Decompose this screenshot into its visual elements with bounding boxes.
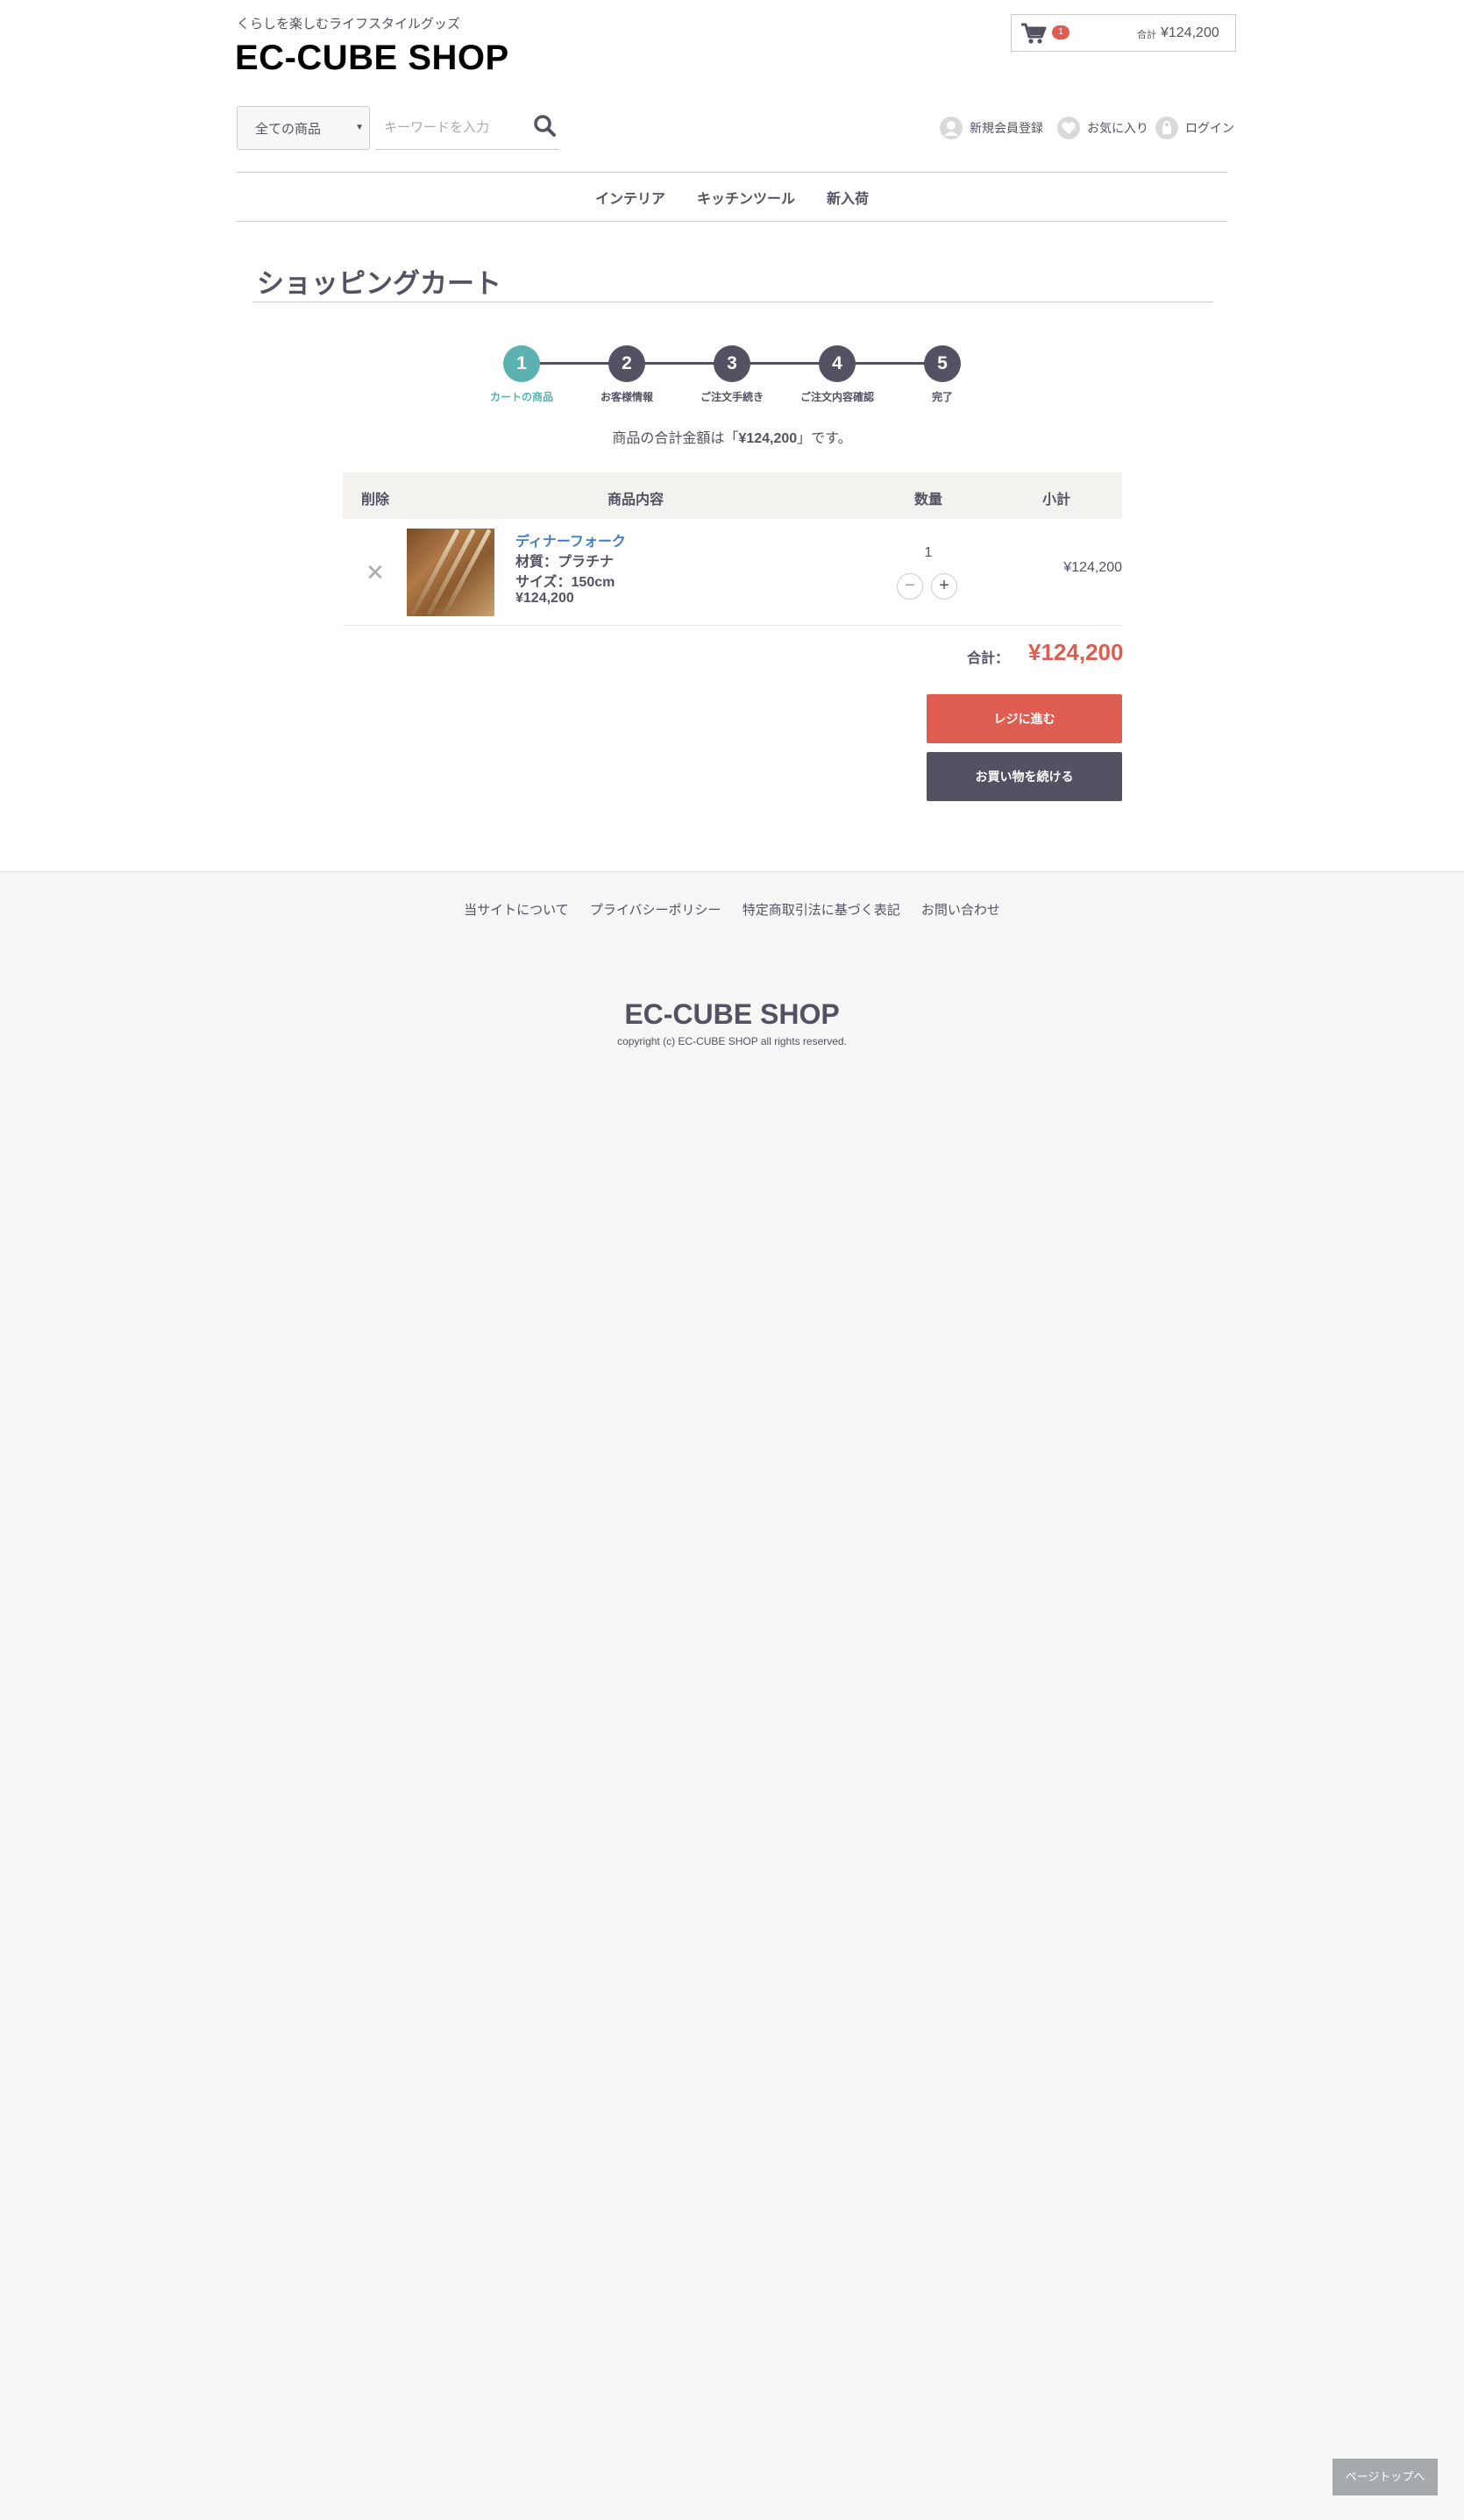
- cart-icon: [1021, 23, 1047, 44]
- row-subtotal: ¥124,200: [1063, 560, 1122, 575]
- step-label: ご注文手続き: [700, 391, 764, 403]
- footer-logo[interactable]: EC-CUBE SHOP: [0, 998, 1464, 1031]
- footer-links: 当サイトについて プライバシーポリシー 特定商取引法に基づく表記 お問い合わせ: [0, 900, 1464, 919]
- quantity-value: 1: [924, 545, 933, 560]
- footer-link-privacy[interactable]: プライバシーポリシー: [590, 903, 721, 918]
- step-number: 4: [819, 345, 856, 382]
- cart-total-label: 合計: [1137, 30, 1156, 40]
- step-complete: 5 完了: [890, 345, 995, 404]
- message-prefix: 商品の合計金額は「: [612, 431, 739, 446]
- plus-icon[interactable]: +: [931, 573, 957, 600]
- step-number: 3: [714, 345, 750, 382]
- cart-table-header: 削除 商品内容 数量 小計: [343, 472, 1122, 519]
- favorites-label: お気に入り: [1087, 121, 1148, 135]
- signup-link[interactable]: 新規会員登録: [940, 117, 1043, 139]
- table-row: ✕ ディナーフォーク 材質：プラチナ サイズ：150cm ¥124,200 1 …: [343, 519, 1122, 626]
- step-customer-info: 2 お客様情報: [574, 345, 679, 404]
- step-number: 1: [503, 345, 540, 382]
- nav-divider-bottom: [237, 221, 1227, 222]
- nav-item-kitchen-tools[interactable]: キッチンツール: [697, 187, 795, 208]
- lock-icon: [1155, 117, 1178, 139]
- step-number: 2: [608, 345, 645, 382]
- cart-count-badge: 1: [1052, 25, 1070, 39]
- cart-total-message: 商品の合計金額は「¥124,200」です。: [0, 426, 1464, 447]
- user-icon: [940, 117, 963, 139]
- chevron-down-icon: ▼: [355, 123, 364, 132]
- category-select-value: 全ての商品: [255, 122, 322, 137]
- product-name[interactable]: ディナーフォーク: [515, 529, 626, 550]
- copyright: copyright (c) EC-CUBE SHOP all rights re…: [617, 1035, 847, 1047]
- step-order-procedure: 3 ご注文手続き: [679, 345, 785, 404]
- nav-item-interior[interactable]: インテリア: [595, 187, 665, 208]
- cart-total: ¥124,200: [1161, 25, 1219, 40]
- minus-icon[interactable]: −: [897, 573, 923, 600]
- product-image[interactable]: [407, 529, 494, 616]
- footer-link-tokushoho[interactable]: 特定商取引法に基づく表記: [743, 903, 900, 918]
- step-label: カートの商品: [489, 391, 553, 403]
- col-product: 商品内容: [608, 493, 664, 508]
- col-subtotal: 小計: [1042, 493, 1071, 508]
- message-suffix: 」です。: [797, 431, 852, 446]
- step-label: 完了: [931, 391, 953, 403]
- message-amount: ¥124,200: [738, 431, 798, 446]
- product-material: 材質：プラチナ: [515, 555, 615, 570]
- login-label: ログイン: [1185, 121, 1234, 135]
- favorites-link[interactable]: お気に入り: [1057, 117, 1148, 139]
- category-select[interactable]: 全ての商品 ▼: [237, 106, 370, 150]
- shop-logo[interactable]: EC-CUBE SHOP: [235, 39, 509, 78]
- continue-shopping-button[interactable]: お買い物を続ける: [927, 752, 1122, 801]
- header-cart[interactable]: 1 合計 ¥124,200: [1011, 14, 1236, 52]
- footer-divider: [0, 871, 1464, 872]
- col-remove: 削除: [361, 493, 390, 508]
- product-price: ¥124,200: [515, 591, 574, 606]
- footer-link-about[interactable]: 当サイトについて: [464, 903, 569, 918]
- search-icon[interactable]: [531, 112, 559, 140]
- step-label: ご注文内容確認: [800, 391, 874, 403]
- grand-total-label: 合計：: [967, 651, 1010, 666]
- nav-item-new-arrivals[interactable]: 新入荷: [827, 187, 869, 208]
- close-icon[interactable]: ✕: [366, 561, 385, 584]
- page-title: ショッピングカート: [257, 268, 501, 299]
- heart-icon: [1057, 117, 1080, 139]
- page-top-button[interactable]: ページトップへ: [1333, 2459, 1438, 2495]
- step-cart: 1 カートの商品: [469, 345, 574, 404]
- shop-tagline: くらしを楽しむライフスタイルグッズ: [237, 17, 461, 32]
- checkout-button[interactable]: レジに進む: [927, 694, 1122, 743]
- login-link[interactable]: ログイン: [1155, 117, 1234, 139]
- step-order-confirm: 4 ご注文内容確認: [785, 345, 890, 404]
- global-nav: インテリア キッチンツール 新入荷: [237, 173, 1227, 221]
- grand-total-value: ¥124,200: [1028, 639, 1124, 665]
- col-quantity: 数量: [914, 493, 943, 508]
- footer-link-contact[interactable]: お問い合わせ: [921, 903, 1000, 918]
- product-size: サイズ：150cm: [515, 575, 615, 590]
- step-number: 5: [924, 345, 961, 382]
- step-label: お客様情報: [600, 391, 653, 403]
- signup-label: 新規会員登録: [970, 121, 1043, 135]
